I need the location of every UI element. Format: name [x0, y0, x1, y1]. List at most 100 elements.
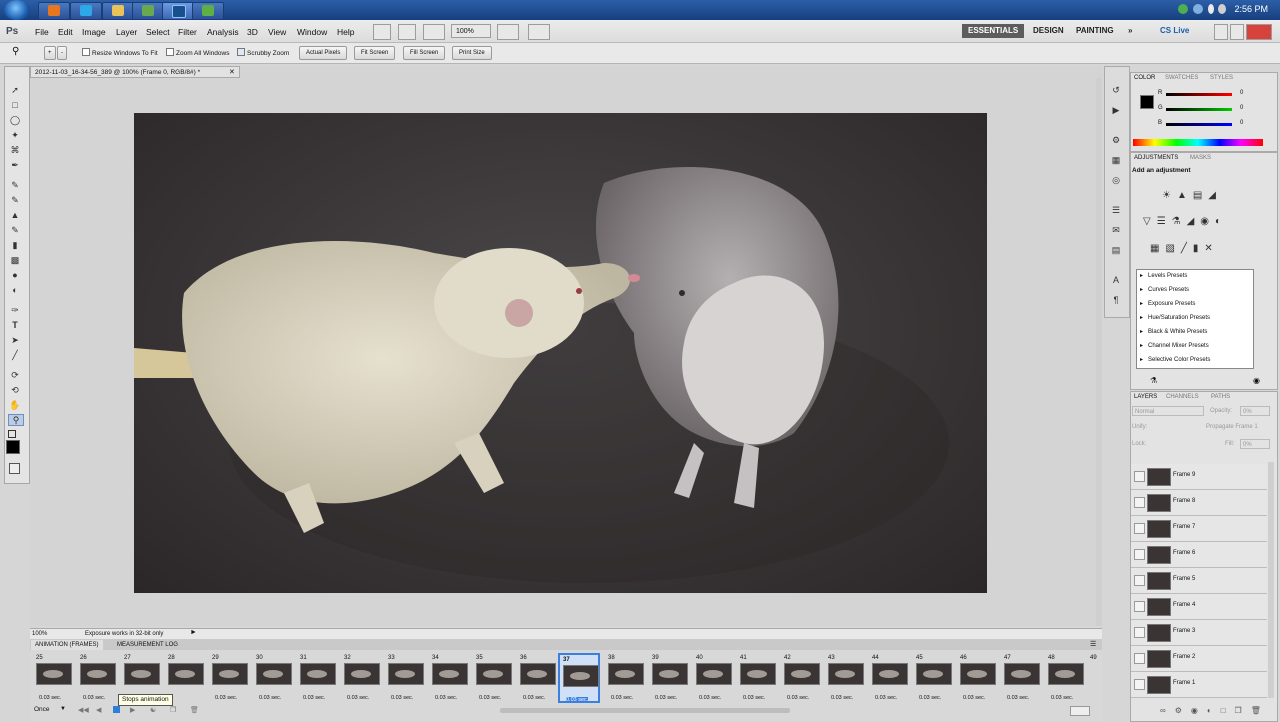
tab-channels[interactable]: CHANNELS	[1163, 392, 1202, 402]
preset-curves[interactable]: Curves Presets	[1140, 284, 1189, 297]
taskbar-firefox[interactable]	[38, 2, 70, 20]
frame-38[interactable]: 38 0.03 sec.	[605, 653, 645, 703]
frame-33[interactable]: 33 0.03 sec.	[385, 653, 425, 703]
frame-delay[interactable]: 0.03 sec.	[655, 695, 677, 701]
frame-delay[interactable]: 0.03 sec.	[523, 695, 545, 701]
frame-delay[interactable]: 0.03 sec.	[435, 695, 457, 701]
red-slider[interactable]	[1166, 93, 1232, 96]
menu-edit[interactable]: Edit	[58, 27, 73, 37]
loop-options-select[interactable]: Once	[34, 706, 50, 713]
fill-field[interactable]: 0%	[1240, 439, 1270, 449]
frame-47[interactable]: 47 0.03 sec.	[1001, 653, 1041, 703]
network-icon[interactable]	[1193, 4, 1203, 14]
arrange-documents-button[interactable]	[497, 24, 519, 40]
flag-icon[interactable]	[1208, 4, 1214, 14]
actions-panel-icon[interactable]: ▶	[1110, 104, 1122, 116]
notes-panel-icon[interactable]: ✉	[1110, 224, 1122, 236]
frame-39[interactable]: 39 0.03 sec.	[649, 653, 689, 703]
tool-presets-icon[interactable]: ☰	[1110, 204, 1122, 216]
minimize-button[interactable]	[1214, 24, 1228, 40]
blue-value[interactable]: 0	[1240, 120, 1243, 126]
menu-analysis[interactable]: Analysis	[207, 27, 239, 37]
gradient-tool-icon[interactable]: ▩	[8, 255, 22, 265]
taskbar-photoshop[interactable]	[162, 2, 194, 20]
frame-delay[interactable]: 0.03 sec.	[743, 695, 765, 701]
tab-animation-frames[interactable]: ANIMATION (FRAMES)	[31, 640, 103, 650]
taskbar-explorer[interactable]	[102, 2, 134, 20]
tab-styles[interactable]: STYLES	[1207, 73, 1236, 83]
type-tool-icon[interactable]: T	[8, 320, 22, 330]
layer-row[interactable]: Frame 6	[1131, 542, 1267, 568]
frame-35[interactable]: 35 0.03 sec.	[473, 653, 513, 703]
crop-tool-icon[interactable]: ⌘	[8, 145, 22, 155]
zoom-in-button[interactable]: +	[44, 46, 56, 60]
tab-paths[interactable]: PATHS	[1208, 392, 1233, 402]
frame-delay[interactable]: 0.03 sec.	[919, 695, 941, 701]
fill-screen-button[interactable]: Fill Screen	[403, 46, 446, 60]
clone-source-icon[interactable]: ◎	[1110, 174, 1122, 186]
zoom-tool-icon[interactable]: ⚲	[12, 46, 26, 58]
next-frame-icon[interactable]: ▶	[130, 706, 135, 714]
zoom-level-select[interactable]: 100%	[451, 24, 491, 38]
preset-selective-color[interactable]: Selective Color Presets	[1140, 354, 1210, 367]
taskbar-app4[interactable]	[132, 2, 164, 20]
preset-black-white[interactable]: Black & White Presets	[1140, 326, 1207, 339]
frame-31[interactable]: 31 0.03 sec.	[297, 653, 337, 703]
frame-delay[interactable]: 0.03 sec.	[215, 695, 237, 701]
layer-visibility-toggle[interactable]	[1134, 575, 1145, 586]
frame-42[interactable]: 42 0.03 sec.	[781, 653, 821, 703]
layer-row[interactable]: Frame 7	[1131, 516, 1267, 542]
healing-brush-tool-icon[interactable]: ✎	[8, 180, 22, 190]
adjustment-options-icon[interactable]: ◉	[1253, 376, 1260, 385]
blend-mode-select[interactable]: Normal	[1132, 406, 1204, 416]
preset-levels[interactable]: Levels Presets	[1140, 270, 1187, 283]
duplicate-frame-icon[interactable]: ❐	[170, 706, 176, 714]
frame-delay[interactable]: 0.03 sec.	[391, 695, 413, 701]
tab-adjustments[interactable]: ADJUSTMENTS	[1131, 153, 1182, 163]
frame-40[interactable]: 40 0.03 sec.	[693, 653, 733, 703]
info-panel-icon[interactable]: ▤	[1110, 244, 1122, 256]
eraser-tool-icon[interactable]: ▮	[8, 240, 22, 250]
eyedropper-tool-icon[interactable]: ✒	[8, 160, 22, 170]
frame-48[interactable]: 48 0.03 sec.	[1045, 653, 1085, 703]
frame-44[interactable]: 44 0.03 sec.	[869, 653, 909, 703]
frame-delay[interactable]: 0.03 sec.	[1007, 695, 1029, 701]
3d-panel-icon[interactable]: ⚙	[1110, 134, 1122, 146]
taskbar-app6[interactable]	[192, 2, 224, 20]
frames-scrollbar[interactable]	[500, 708, 790, 713]
frame-delay[interactable]: 0.03 sec.	[303, 695, 325, 701]
tab-color[interactable]: COLOR	[1131, 73, 1159, 83]
document-tab[interactable]: 2012-11-03_16-34-56_389 @ 100% (Frame 0,…	[30, 66, 240, 78]
layer-row[interactable]: Frame 8	[1131, 490, 1267, 516]
move-tool-icon[interactable]: ➚	[8, 85, 22, 95]
adjustment-clip-icon[interactable]: ⚗	[1150, 376, 1157, 385]
history-brush-tool-icon[interactable]: ✎	[8, 225, 22, 235]
blue-slider[interactable]	[1166, 123, 1232, 126]
frame-46[interactable]: 46 0.03 sec.	[957, 653, 997, 703]
layer-visibility-toggle[interactable]	[1134, 601, 1145, 612]
quick-mask-icon[interactable]	[9, 463, 20, 474]
pen-tool-icon[interactable]: ✑	[8, 305, 22, 315]
taskbar-ie[interactable]	[70, 2, 102, 20]
frame-delay[interactable]: 0.03 sec.	[831, 695, 853, 701]
frame-41[interactable]: 41 0.03 sec.	[737, 653, 777, 703]
loop-dropdown-icon[interactable]: ▼	[60, 706, 66, 712]
3d-rotate-tool-icon[interactable]: ⟳	[8, 370, 22, 380]
layer-visibility-toggle[interactable]	[1134, 549, 1145, 560]
frame-37-selected[interactable]: 37 0.03 sec.	[558, 653, 600, 703]
shape-tool-icon[interactable]: ╱	[8, 350, 22, 360]
menu-select[interactable]: Select	[146, 27, 170, 37]
zoom-tool-icon[interactable]: ⚲	[8, 414, 24, 426]
layers-scrollbar[interactable]	[1268, 462, 1274, 698]
layer-row[interactable]: Frame 3	[1131, 620, 1267, 646]
status-zoom[interactable]: 100%	[32, 631, 47, 637]
frame-25[interactable]: 25 0.03 sec.	[33, 653, 73, 703]
layer-visibility-toggle[interactable]	[1134, 523, 1145, 534]
zoom-all-checkbox[interactable]: Zoom All Windows	[166, 48, 229, 57]
layer-row[interactable]: Frame 5	[1131, 568, 1267, 594]
menu-filter[interactable]: Filter	[178, 27, 197, 37]
frame-delay[interactable]: 0.03 sec.	[611, 695, 633, 701]
menu-layer[interactable]: Layer	[116, 27, 137, 37]
frame-delay[interactable]: 0.03 sec.	[39, 695, 61, 701]
layer-row[interactable]: Frame 9	[1131, 464, 1267, 490]
